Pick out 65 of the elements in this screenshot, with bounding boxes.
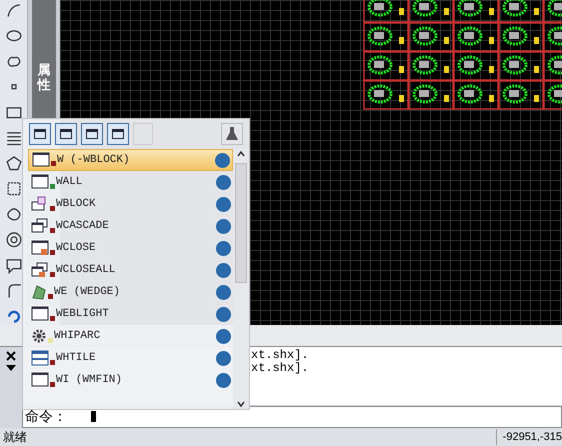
- window-filter-button[interactable]: [29, 123, 51, 145]
- command-suggestion[interactable]: WHTILE: [28, 347, 233, 369]
- command-suggestion[interactable]: W (-WBLOCK): [28, 149, 233, 171]
- suggestion-label: WE (WEDGE): [54, 284, 122, 300]
- help-icon[interactable]: [215, 152, 230, 168]
- cascade-windows-icon: [31, 262, 49, 278]
- donut-tool-icon[interactable]: [4, 231, 22, 249]
- scroll-thumb[interactable]: [235, 163, 247, 283]
- scrollbar[interactable]: [233, 149, 249, 409]
- help-icon[interactable]: [216, 306, 231, 322]
- suggestion-label: WHTILE: [56, 350, 97, 366]
- help-icon[interactable]: [216, 240, 231, 256]
- suggestion-label: WCLOSEALL: [56, 262, 116, 278]
- command-suggestion[interactable]: WE (WEDGE): [28, 281, 233, 303]
- help-icon[interactable]: [216, 372, 231, 388]
- command-suggestion[interactable]: WBLOCK: [28, 193, 233, 215]
- suggestion-label: WHIPARC: [54, 328, 102, 344]
- command-suggestion[interactable]: WCASCADE: [28, 215, 233, 237]
- window-icon: [31, 306, 49, 322]
- scroll-up-icon[interactable]: [236, 149, 246, 159]
- window-icon: [31, 240, 49, 256]
- polygon-tool-icon[interactable]: [4, 154, 22, 172]
- properties-side-tab[interactable]: 属性: [32, 0, 56, 120]
- gear-icon: [31, 328, 47, 344]
- suggestion-label: WI (WMFIN): [56, 372, 124, 388]
- command-suggestion[interactable]: WCLOSE: [28, 237, 233, 259]
- cascade-windows-icon: [31, 218, 49, 234]
- history-line: xt.shx].: [251, 349, 309, 362]
- help-icon[interactable]: [216, 262, 231, 278]
- scroll-down-icon[interactable]: [236, 399, 246, 409]
- command-suggestion[interactable]: WEBLIGHT: [28, 303, 233, 325]
- status-text: 就绪: [3, 429, 27, 446]
- caret-icon[interactable]: [6, 365, 16, 371]
- command-suggestion[interactable]: WALL: [28, 171, 233, 193]
- flask-icon[interactable]: [221, 123, 243, 145]
- command-suggestion[interactable]: WHIPARC: [28, 325, 233, 347]
- window-icon: [31, 372, 49, 388]
- help-icon[interactable]: [216, 196, 231, 212]
- help-icon[interactable]: [216, 284, 231, 300]
- help-icon[interactable]: [216, 218, 231, 234]
- command-suggestion[interactable]: WI (WMFIN): [28, 369, 233, 391]
- command-input[interactable]: 命令：: [22, 406, 562, 428]
- window-icon: [31, 174, 49, 190]
- window-icon: [32, 152, 50, 168]
- help-icon[interactable]: [216, 174, 231, 190]
- cloud-tool-icon[interactable]: [4, 206, 22, 224]
- command-prompt: 命令：: [25, 407, 67, 426]
- callout-tool-icon[interactable]: [4, 256, 22, 274]
- text-cursor-icon: [91, 411, 96, 422]
- arc-tool-icon[interactable]: [4, 2, 22, 20]
- history-line: xt.shx].: [251, 362, 309, 375]
- suggestion-label: WCLOSE: [56, 240, 97, 256]
- suggestion-label: WCASCADE: [56, 218, 110, 234]
- help-icon[interactable]: [216, 350, 231, 366]
- help-icon[interactable]: [216, 328, 231, 344]
- suggestion-label: W (-WBLOCK): [57, 152, 131, 168]
- region-tool-icon[interactable]: [4, 180, 22, 198]
- suggestion-label: WBLOCK: [56, 196, 97, 212]
- suggestion-label: WEBLIGHT: [56, 306, 110, 322]
- wedge-icon: [31, 284, 47, 300]
- coordinates-readout: -92951,-315: [496, 428, 562, 446]
- suggestion-label: WALL: [56, 174, 84, 190]
- close-icon[interactable]: [6, 351, 16, 361]
- command-suggestion[interactable]: WCLOSEALL: [28, 259, 233, 281]
- tiled-window-icon: [31, 350, 49, 366]
